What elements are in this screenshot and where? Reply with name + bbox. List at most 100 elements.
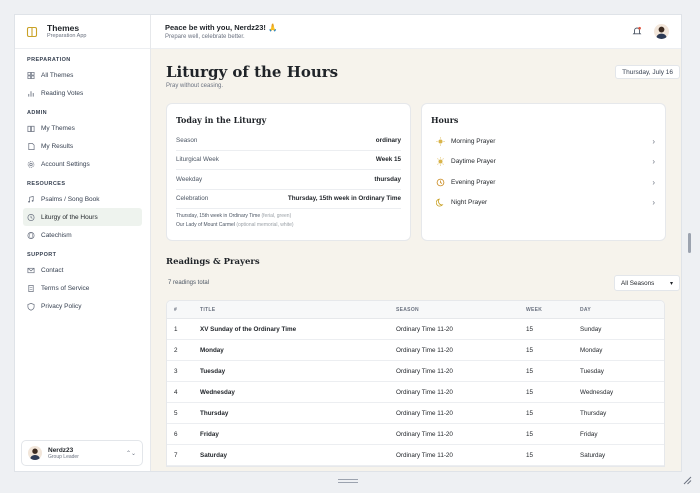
liturgy-note: Our Lady of Mount Carmel (optional memor… xyxy=(176,221,401,230)
header-avatar[interactable] xyxy=(654,24,669,39)
avatar xyxy=(28,446,42,460)
clock-icon xyxy=(27,213,35,221)
sunrise-icon xyxy=(436,137,445,146)
app-name: Themes xyxy=(47,22,80,33)
liturgy-note-detail: (optional memorial, white) xyxy=(236,222,294,228)
resize-handle-icon[interactable] xyxy=(682,475,692,485)
hour-item-night-prayer[interactable]: Night Prayer › xyxy=(436,193,655,214)
sidebar-item-label: Reading Votes xyxy=(41,89,84,97)
table-cell: 15 xyxy=(526,430,534,438)
readings-table: # TITLE SEASON WEEK DAY 1 XV Sunday of the Or… xyxy=(166,300,665,467)
chevron-updown-icon[interactable]: ⌃⌄ xyxy=(126,450,136,457)
column-header[interactable]: TITLE xyxy=(200,307,396,313)
sidebar-item-liturgy-of-the-hours[interactable]: Liturgy of the Hours xyxy=(23,208,142,226)
liturgy-value: ordinary xyxy=(375,136,401,144)
hour-item-morning-prayer[interactable]: Morning Prayer › xyxy=(436,131,655,152)
liturgy-value: Thursday, 15th week in Ordinary Time xyxy=(287,195,401,203)
table-cell: XV Sunday of the Ordinary Time xyxy=(200,325,297,333)
sidebar-item-label: Account Settings xyxy=(41,160,90,168)
column-header[interactable]: SEASON xyxy=(396,307,526,313)
sidebar-item-my-themes[interactable]: My Themes xyxy=(23,119,142,137)
table-row[interactable]: 5 Thursday Ordinary Time 11-20 15 Thursday xyxy=(167,403,664,424)
sidebar-item-all-themes[interactable]: All Themes xyxy=(23,66,142,84)
sidebar-item-terms-of-service[interactable]: Terms of Service xyxy=(23,279,142,297)
hour-item-evening-prayer[interactable]: Evening Prayer › xyxy=(436,172,655,193)
liturgy-note-text: Thursday, 15th week in Ordinary Time xyxy=(176,213,261,219)
sidebar-item-label: Liturgy of the Hours xyxy=(41,213,98,221)
liturgy-row: Celebration Thursday, 15th week in Ordina… xyxy=(176,190,401,209)
sidebar-item-label: Privacy Policy xyxy=(41,302,82,310)
chevron-right-icon: › xyxy=(652,198,655,208)
sidebar: Themes Preparation App PREPARATION All Th… xyxy=(15,15,151,471)
table-row[interactable]: 7 Saturday Ordinary Time 11-20 15 Saturday xyxy=(167,445,664,466)
season-filter-select[interactable]: All Seasons ▾ xyxy=(614,275,680,291)
music-icon xyxy=(27,195,35,203)
file-icon xyxy=(27,142,35,150)
hour-item-daytime-prayer[interactable]: Daytime Prayer › xyxy=(436,152,655,173)
sidebar-item-psalms-song-book[interactable]: Psalms / Song Book xyxy=(23,190,142,208)
date-chip: Thursday, July 16 xyxy=(615,65,680,79)
liturgy-card-title: Today in the Liturgy xyxy=(176,115,267,125)
table-cell: Saturday xyxy=(580,451,606,459)
column-header[interactable]: WEEK xyxy=(526,307,580,313)
sidebar-item-label: Contact xyxy=(41,266,64,274)
shield-icon xyxy=(27,302,35,311)
page-header: Liturgy of the Hours Pray without ceasin… xyxy=(166,63,338,89)
sidebar-item-account-settings[interactable]: Account Settings xyxy=(23,155,142,173)
user-name: Nerdz23 xyxy=(48,446,74,454)
brand[interactable]: Themes Preparation App xyxy=(15,15,150,49)
column-header[interactable]: DAY xyxy=(580,307,664,313)
table-cell: 15 xyxy=(526,367,534,375)
hour-label: Evening Prayer xyxy=(451,178,496,186)
table-row[interactable]: 4 Wednesday Ordinary Time 11-20 15 Wednesday xyxy=(167,382,664,403)
table-cell: 15 xyxy=(526,388,534,396)
table-row[interactable]: 6 Friday Ordinary Time 11-20 15 Friday xyxy=(167,424,664,445)
table-cell: 6 xyxy=(174,430,178,438)
table-cell: Saturday xyxy=(200,451,227,459)
scrollbar-thumb[interactable] xyxy=(688,233,691,253)
book-logo-icon xyxy=(25,25,39,39)
table-cell: 3 xyxy=(174,367,178,375)
sidebar-item-my-results[interactable]: My Results xyxy=(23,137,142,155)
table-header: # TITLE SEASON WEEK DAY xyxy=(167,301,664,319)
hours-card: Hours Morning Prayer › Daytime Prayer › Even… xyxy=(421,103,666,241)
table-cell: Thursday xyxy=(580,409,607,417)
table-cell: 15 xyxy=(526,325,534,333)
table-cell: Ordinary Time 11-20 xyxy=(396,409,453,417)
sidebar-item-reading-votes[interactable]: Reading Votes xyxy=(23,84,142,102)
user-card[interactable]: Nerdz23 Group Leader ⌃⌄ xyxy=(21,440,143,466)
table-cell: Tuesday xyxy=(200,367,226,375)
liturgy-row: Season ordinary xyxy=(176,131,401,151)
table-cell: Tuesday xyxy=(580,367,604,375)
table-row[interactable]: 2 Monday Ordinary Time 11-20 15 Monday xyxy=(167,340,664,361)
nav-group-title: PREPARATION xyxy=(27,57,71,63)
readings-count: 7 readings total xyxy=(168,280,210,286)
sidebar-item-label: Terms of Service xyxy=(41,284,90,292)
sidebar-item-label: Psalms / Song Book xyxy=(41,195,100,203)
liturgy-row: Liturgical Week Week 15 xyxy=(176,151,401,170)
nav-group-title: SUPPORT xyxy=(27,252,57,258)
sidebar-item-privacy-policy[interactable]: Privacy Policy xyxy=(23,297,142,315)
gear-icon xyxy=(27,160,35,168)
mail-icon xyxy=(27,266,35,274)
liturgy-card: Today in the Liturgy Season ordinary Litur… xyxy=(166,103,411,241)
liturgy-note-detail: (ferial, green) xyxy=(261,213,292,219)
readings-title: Readings & Prayers xyxy=(166,257,260,267)
hour-label: Night Prayer xyxy=(451,199,488,207)
liturgy-note: Thursday, 15th week in Ordinary Time (fe… xyxy=(176,212,401,221)
hours-card-title: Hours xyxy=(431,115,459,125)
table-cell: 2 xyxy=(174,346,178,354)
bell-icon[interactable] xyxy=(632,23,642,41)
liturgy-key: Celebration xyxy=(176,195,209,203)
table-cell: Ordinary Time 11-20 xyxy=(396,451,453,459)
page-subtitle: Pray without ceasing. xyxy=(166,83,224,89)
sidebar-item-contact[interactable]: Contact xyxy=(23,261,142,279)
chevron-right-icon: › xyxy=(652,157,655,167)
sidebar-item-catechism[interactable]: Catechism xyxy=(23,226,142,244)
resize-grip[interactable] xyxy=(338,479,358,483)
table-row[interactable]: 3 Tuesday Ordinary Time 11-20 15 Tuesday xyxy=(167,361,664,382)
table-row[interactable]: 1 XV Sunday of the Ordinary Time Ordinary … xyxy=(167,319,664,340)
hour-label: Daytime Prayer xyxy=(451,158,496,166)
column-header[interactable]: # xyxy=(167,307,200,313)
main-content: Peace be with you, Nerdz23! 🙏 Prepare we… xyxy=(151,15,681,471)
